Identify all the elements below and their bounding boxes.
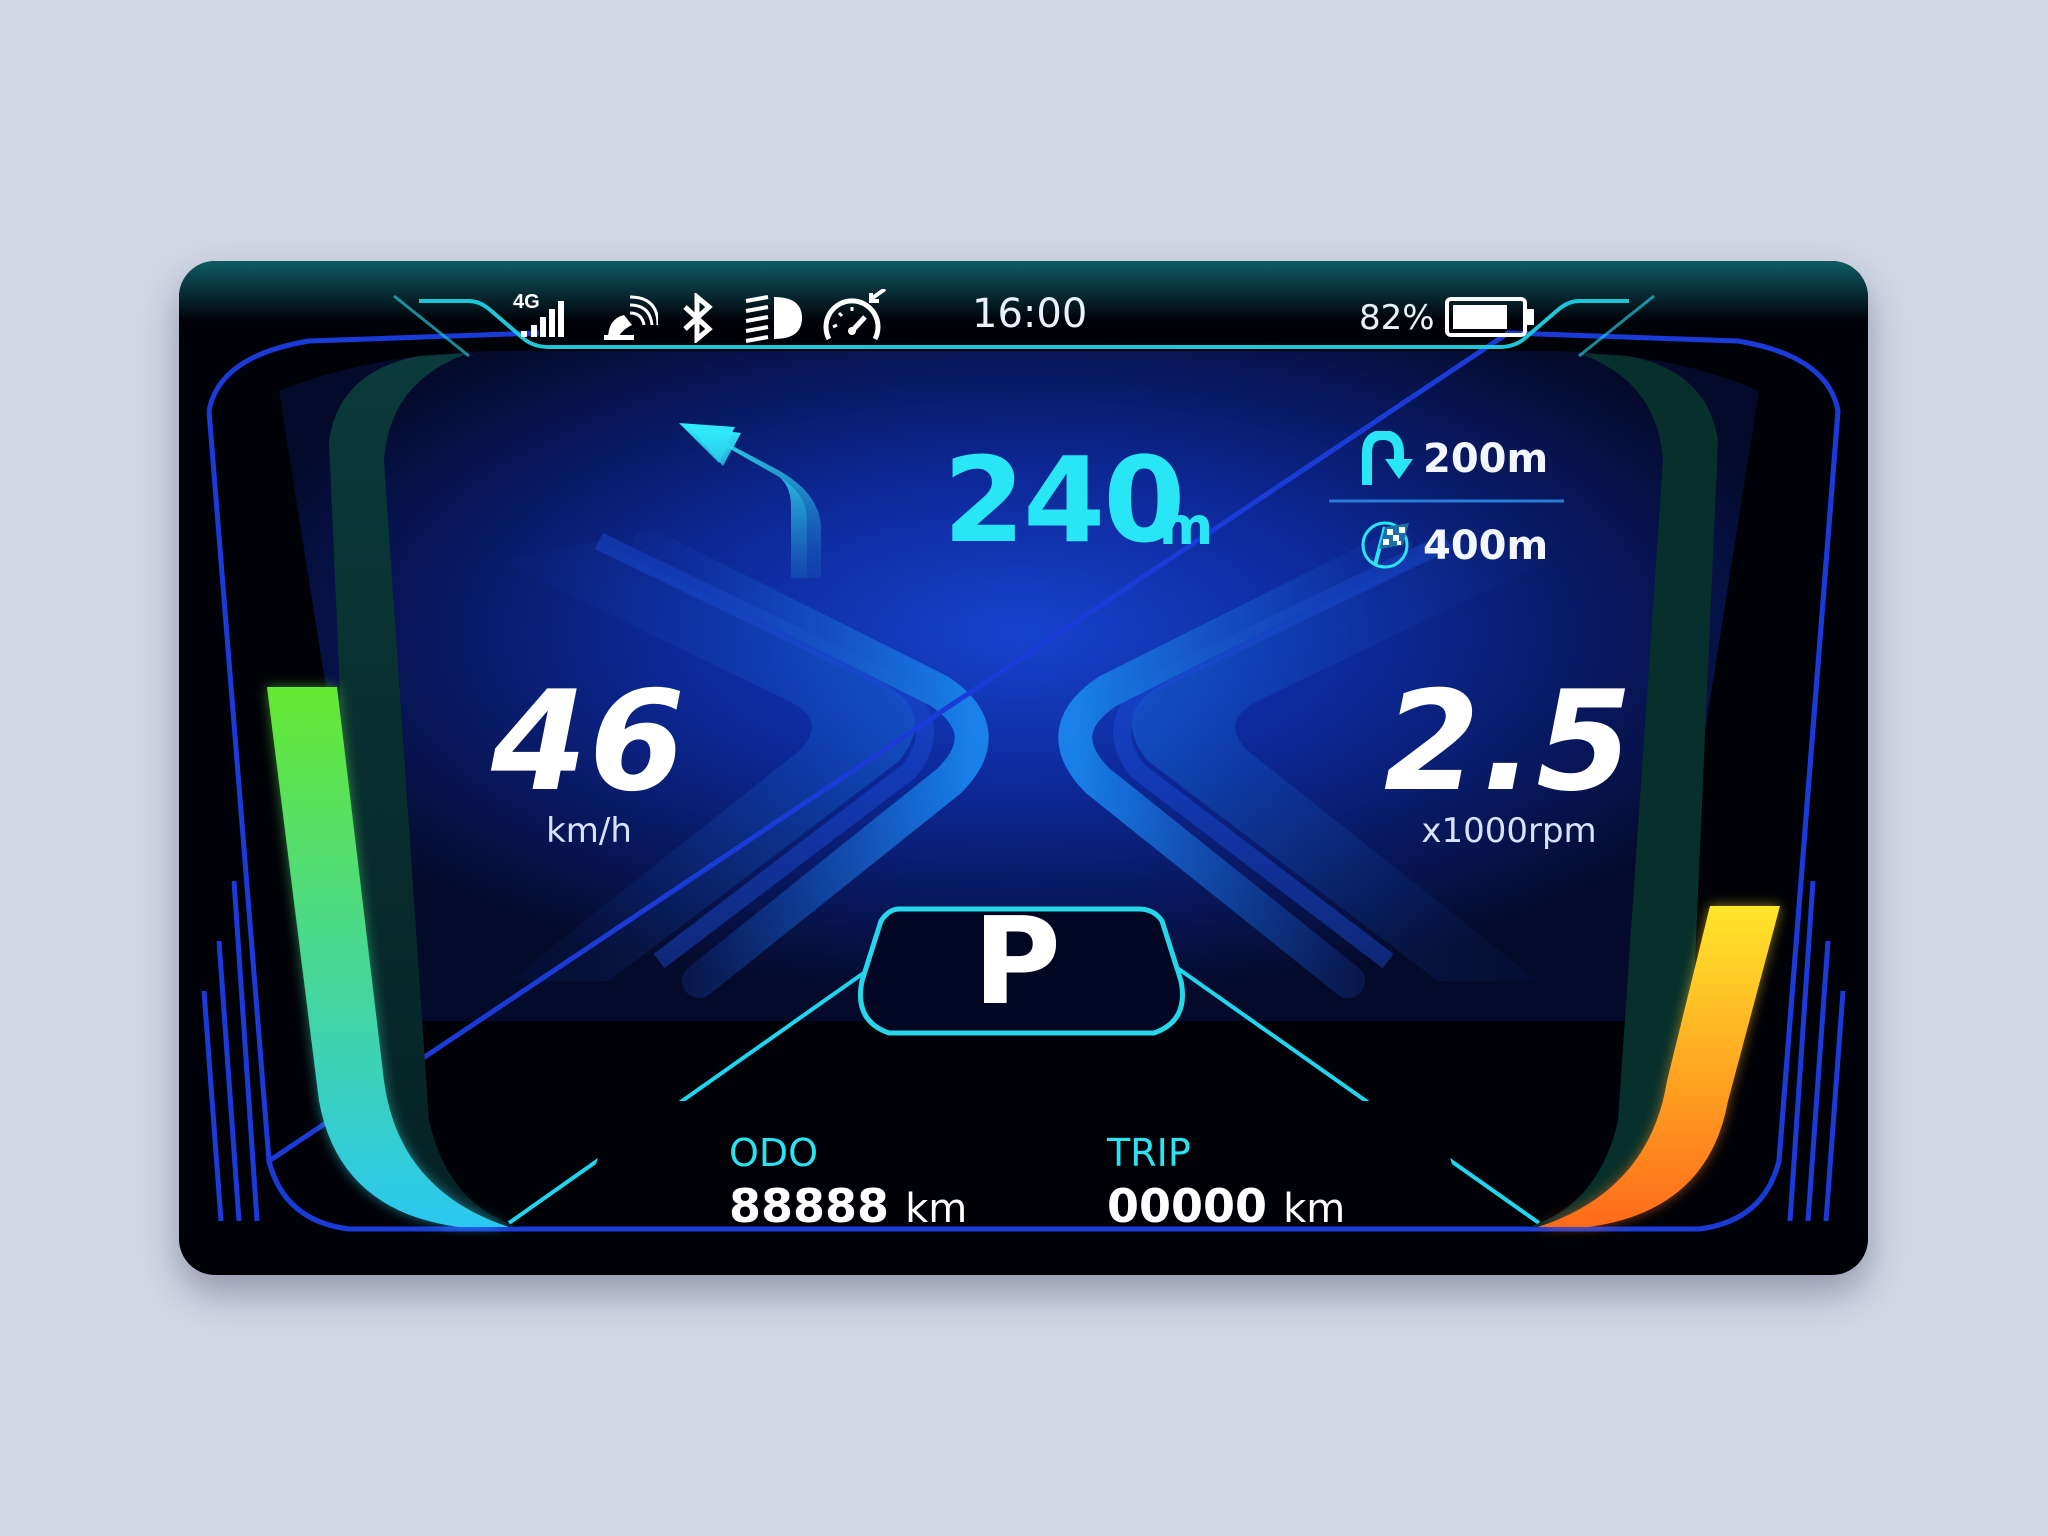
turn-distance-unit: m: [1159, 497, 1214, 557]
gear-indicator: P: [973, 893, 1061, 1032]
speedometer-icon: [823, 289, 887, 341]
trip-reading: 00000 km: [1107, 1179, 1345, 1233]
trip-unit: km: [1283, 1186, 1346, 1232]
turn-distance: 240: [943, 431, 1185, 569]
headlight-icon: [745, 295, 802, 343]
odometer-reading: 88888 km: [729, 1179, 967, 1233]
destination-distance: 400m: [1423, 523, 1549, 569]
4g-signal-icon: [521, 301, 564, 337]
speed-unit: km/h: [546, 811, 632, 851]
rpm-unit: x1000rpm: [1421, 811, 1597, 851]
bluetooth-icon: [683, 293, 713, 343]
instrument-cluster: 4G 16:00 82% 240 m 200m 400m 46 km/h 2.5…: [179, 261, 1868, 1275]
trip-label: TRIP: [1107, 1131, 1191, 1175]
odometer-unit: km: [905, 1186, 968, 1232]
battery-percent: 82%: [1359, 298, 1435, 338]
battery-fill: [1453, 305, 1507, 329]
next-u-turn-distance: 200m: [1423, 436, 1549, 482]
rpm-value: 2.5: [1383, 661, 1635, 822]
odometer-label: ODO: [729, 1131, 819, 1175]
trip-value: 00000: [1107, 1179, 1268, 1233]
clock: 16:00: [972, 291, 1088, 337]
odometer-value: 88888: [729, 1179, 890, 1233]
destination-flag-icon: [1361, 521, 1409, 569]
battery-icon: [1445, 297, 1534, 337]
gps-satellite-icon: [604, 295, 658, 340]
u-turn-icon: [1362, 431, 1413, 485]
speed-value: 46: [490, 661, 688, 822]
